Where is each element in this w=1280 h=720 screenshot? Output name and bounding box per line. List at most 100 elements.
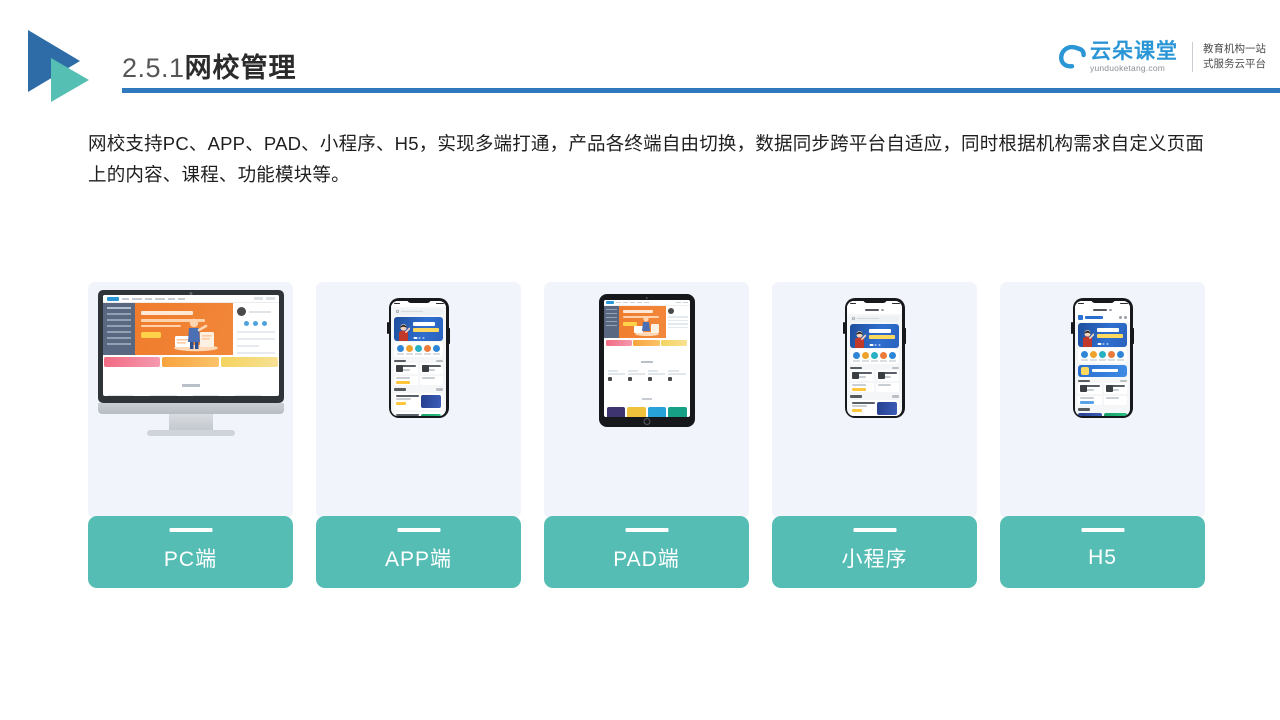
course-badge	[396, 381, 410, 384]
site-course-list	[103, 395, 279, 396]
search-placeholder	[856, 317, 879, 320]
dot	[422, 337, 424, 339]
course-tile	[606, 406, 625, 417]
category-icon	[415, 344, 422, 352]
course-row	[394, 363, 443, 374]
course-list-item	[850, 399, 899, 416]
course-title	[396, 394, 419, 397]
section-header	[850, 366, 899, 369]
course-row-tags	[1078, 396, 1127, 405]
section-more-link	[1120, 379, 1127, 382]
banner-headline-line1	[869, 328, 891, 333]
category-item	[106, 337, 131, 339]
clock	[849, 302, 856, 305]
user-name	[248, 310, 271, 313]
platform-card-app[interactable]: APP端	[316, 282, 521, 588]
search-icon	[396, 310, 399, 313]
brand-name: 云朵课堂	[1090, 40, 1178, 63]
miniprogram-title-bar	[847, 306, 902, 314]
category-item	[397, 344, 404, 355]
course-item	[419, 363, 443, 374]
avatar	[236, 307, 246, 316]
category-label	[1081, 359, 1088, 361]
course-item-meta	[850, 383, 874, 392]
card-label-button-app[interactable]: APP端	[316, 516, 521, 588]
platform-card-pc[interactable]: PC端	[88, 282, 293, 588]
teacher-avatar	[668, 376, 673, 381]
miniprogram-title	[865, 309, 879, 311]
course-item	[850, 370, 874, 381]
section-more-link	[436, 359, 443, 362]
section-title-2	[604, 384, 690, 407]
category-item	[433, 344, 440, 355]
course-tile	[647, 406, 666, 417]
course-item	[1103, 383, 1127, 394]
platform-card-miniprogram[interactable]: 小程序	[772, 282, 977, 588]
login-link	[675, 301, 681, 304]
banner-person-illustration	[1083, 329, 1094, 347]
course-meta	[192, 395, 220, 396]
platform-card-pad[interactable]: PAD端	[544, 282, 749, 588]
course-meta	[235, 395, 262, 396]
course-meta	[668, 370, 679, 372]
course-price	[1105, 397, 1120, 399]
category-label	[397, 353, 404, 355]
category-icon	[889, 351, 896, 359]
course-icon	[1080, 385, 1087, 392]
brand-logo: 云朵课堂 yunduoketang.com 教育机构一站 式服务云平台	[1054, 34, 1266, 80]
course-text	[396, 413, 419, 416]
section-header-2	[394, 388, 443, 391]
phone-screen	[847, 300, 902, 416]
site-promo-row	[604, 338, 690, 347]
brand-tagline: 教育机构一站 式服务云平台	[1203, 42, 1266, 72]
banner-headline-line2	[413, 328, 439, 332]
notice-line	[236, 338, 275, 340]
avatar	[667, 308, 674, 314]
hero-banner	[850, 323, 899, 348]
card-label: APP端	[384, 548, 453, 571]
quick-action-icon	[253, 321, 258, 326]
banner-headline-line2	[1097, 334, 1123, 338]
category-item	[1117, 350, 1124, 361]
device-mockup-phone-app	[316, 282, 521, 507]
category-icon	[1099, 350, 1106, 358]
site-topbar-right	[253, 297, 275, 300]
category-label	[406, 353, 413, 355]
monitor-icon	[97, 290, 284, 436]
category-item	[880, 351, 887, 362]
banner-person-illustration	[855, 330, 866, 348]
card-label-button-pc[interactable]: PC端	[88, 516, 293, 588]
section-title	[850, 395, 862, 398]
section-title	[1078, 379, 1090, 382]
course-item	[235, 395, 274, 396]
card-label-button-h5[interactable]: H5	[1000, 516, 1205, 588]
course-price	[421, 377, 436, 379]
course-item	[668, 370, 686, 381]
section-more-link	[436, 388, 443, 391]
course-tile	[668, 406, 687, 417]
promo-banner	[1078, 364, 1127, 377]
card-label-button-miniprogram[interactable]: 小程序	[772, 516, 977, 588]
device-mockup-phone-miniprogram	[772, 282, 977, 507]
platform-card-h5[interactable]: H5	[1000, 282, 1205, 588]
nav-item	[629, 301, 635, 304]
card-label: PAD端	[613, 548, 680, 571]
browser-title-bar	[1075, 306, 1130, 314]
course-icon	[1105, 385, 1113, 392]
course-price	[396, 377, 410, 379]
category-icon	[871, 351, 878, 359]
category-icon	[1117, 350, 1124, 358]
search-box	[265, 297, 275, 300]
tablet-icon	[598, 294, 695, 427]
nav-item	[615, 301, 621, 304]
course-tile	[627, 406, 646, 417]
course-title	[627, 373, 645, 375]
brand-logo-main: 云朵课堂 yunduoketang.com	[1054, 40, 1190, 74]
course-item	[875, 370, 899, 381]
card-label-button-pad[interactable]: PAD端	[544, 516, 749, 588]
notice-line	[667, 326, 688, 328]
notice-line	[236, 331, 275, 333]
category-label	[1099, 359, 1106, 361]
user-icon	[1124, 316, 1127, 319]
category-icon-row	[850, 348, 899, 364]
